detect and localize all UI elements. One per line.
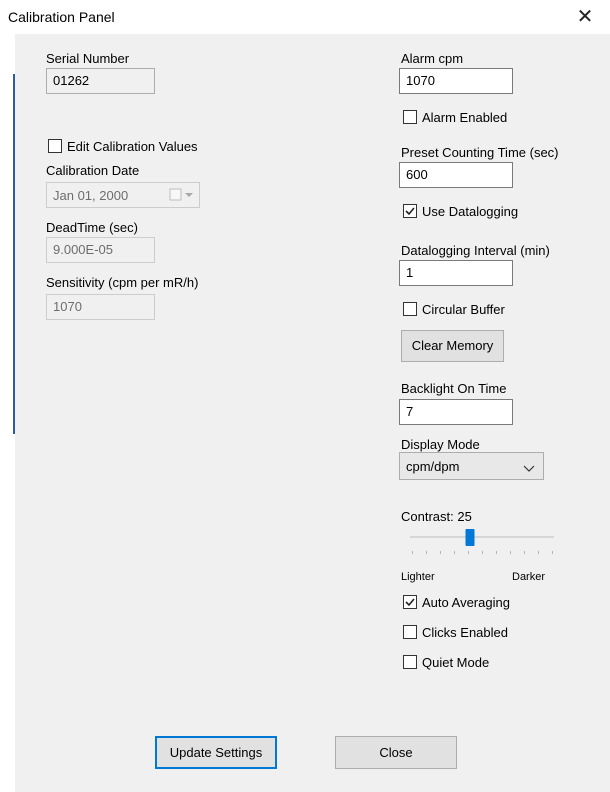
slider-ticks [412,551,553,554]
serial-number-label: Serial Number [46,51,130,66]
circular-buffer-label: Circular Buffer [422,301,505,317]
slider-tick [524,551,525,554]
alarm-enabled-label: Alarm Enabled [422,109,508,125]
slider-tick [426,551,427,554]
update-settings-button[interactable]: Update Settings [155,736,277,769]
calendar-icon[interactable] [169,188,195,205]
serial-number-field: 01262 [46,68,155,94]
slider-tick [496,551,497,554]
backlight-on-time-field[interactable]: 7 [399,399,513,425]
background-window-edge [0,34,15,792]
quiet-mode-checkbox[interactable]: Quiet Mode [403,653,489,671]
check-icon [405,207,415,216]
auto-averaging-label: Auto Averaging [422,594,510,610]
contrast-max-label: Darker [512,571,546,583]
alarm-enabled-checkbox[interactable]: Alarm Enabled [403,108,507,126]
use-datalogging-checkbox-box[interactable] [403,204,417,218]
slider-tick [510,551,511,554]
calibration-date-value: Jan 01, 2000 [53,188,129,203]
alarm-cpm-field[interactable]: 1070 [399,68,513,94]
clicks-enabled-checkbox[interactable]: Clicks Enabled [403,623,508,641]
slider-tick [454,551,455,554]
edit-calibration-label: Edit Calibration Values [67,138,198,154]
auto-averaging-checkbox-box[interactable] [403,595,417,609]
slider-tick [552,551,553,554]
edit-calibration-checkbox[interactable]: Edit Calibration Values [48,137,198,155]
use-datalogging-checkbox[interactable]: Use Datalogging [403,202,518,220]
close-icon[interactable]: ✕ [570,4,600,30]
close-button[interactable]: Close [335,736,457,769]
calibration-panel-window: Calibration Panel ✕ Serial Number 01262 … [0,0,610,792]
clear-memory-button[interactable]: Clear Memory [401,330,504,362]
datalogging-interval-field[interactable]: 1 [399,260,513,286]
auto-averaging-checkbox[interactable]: Auto Averaging [403,593,510,611]
use-datalogging-label: Use Datalogging [422,203,519,219]
calibration-date-label: Calibration Date [46,163,140,178]
sensitivity-label: Sensitivity (cpm per mR/h) [46,275,199,290]
contrast-label: Contrast: 25 [401,509,472,524]
display-mode-value: cpm/dpm [406,459,460,474]
window-title: Calibration Panel [8,9,115,25]
slider-tick [440,551,441,554]
preset-counting-time-field[interactable]: 600 [399,162,513,188]
deadtime-label: DeadTime (sec) [46,220,138,235]
slider-tick [412,551,413,554]
panel-content: Serial Number 01262 Edit Calibration Val… [15,34,610,792]
display-mode-select[interactable]: cpm/dpm [399,452,544,480]
sensitivity-field[interactable]: 1070 [46,294,155,320]
clicks-enabled-checkbox-box[interactable] [403,625,417,639]
circular-buffer-checkbox-box[interactable] [403,302,417,316]
clicks-enabled-label: Clicks Enabled [422,624,508,640]
datalogging-interval-label: Datalogging Interval (min) [401,243,550,258]
slider-track [410,536,554,538]
contrast-min-label: Lighter [401,571,435,583]
preset-counting-time-label: Preset Counting Time (sec) [401,145,559,160]
slider-thumb[interactable] [465,529,475,546]
edit-calibration-checkbox-box[interactable] [48,139,62,153]
title-bar: Calibration Panel ✕ [0,0,610,34]
alarm-cpm-label: Alarm cpm [401,51,464,66]
backlight-on-time-label: Backlight On Time [401,381,507,396]
deadtime-field[interactable]: 9.000E-05 [46,237,155,263]
circular-buffer-checkbox[interactable]: Circular Buffer [403,300,505,318]
alarm-enabled-checkbox-box[interactable] [403,110,417,124]
quiet-mode-checkbox-box[interactable] [403,655,417,669]
chevron-down-icon [523,461,535,476]
slider-tick [538,551,539,554]
check-icon [405,598,415,607]
calibration-date-picker[interactable]: Jan 01, 2000 [46,182,200,208]
contrast-slider[interactable] [408,527,558,561]
quiet-mode-label: Quiet Mode [422,654,490,670]
slider-tick [468,551,469,554]
display-mode-label: Display Mode [401,437,480,452]
slider-tick [482,551,483,554]
